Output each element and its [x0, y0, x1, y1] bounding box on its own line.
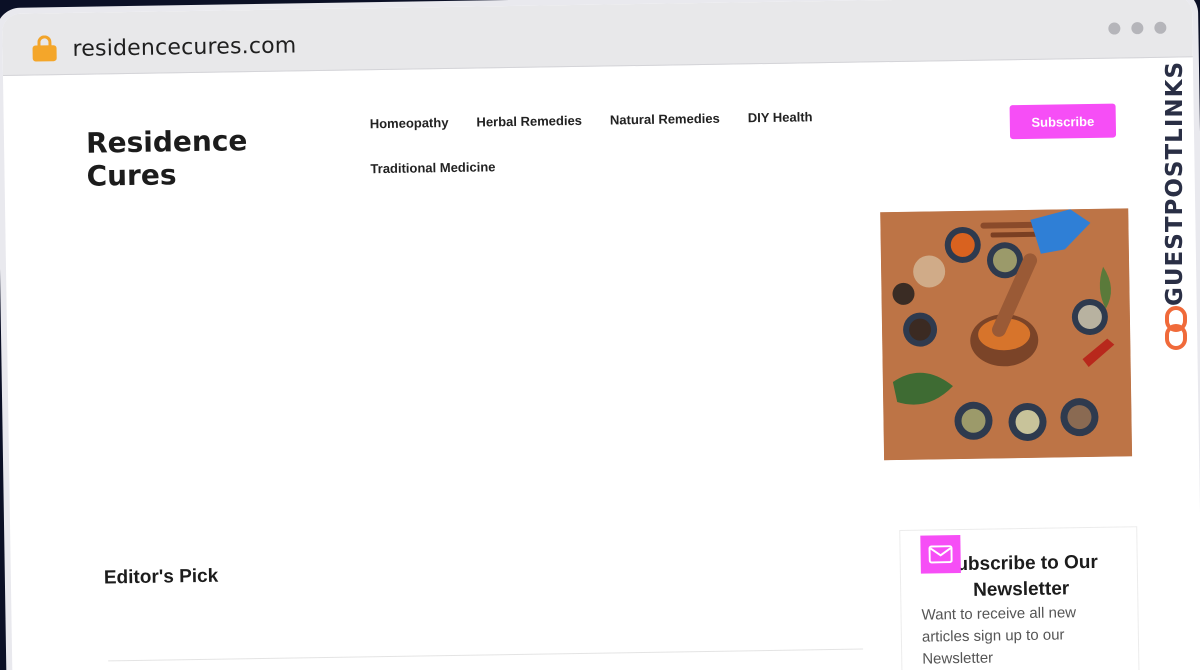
window-control-dot[interactable]	[1154, 21, 1167, 34]
newsletter-widget: Subscribe to Our Newsletter Want to rece…	[899, 526, 1140, 670]
browser-window: residencecures.com Residence Cures Homeo…	[2, 0, 1200, 670]
nav-item-traditional-medicine[interactable]: Traditional Medicine	[370, 159, 495, 176]
address-bar-url[interactable]: residencecures.com	[72, 33, 296, 62]
watermark-text: GUESTPOSTLINKS	[1162, 60, 1188, 306]
newsletter-description: Want to receive all new articles sign up…	[921, 604, 1077, 668]
web-page: Residence Cures Homeopathy Herbal Remedi…	[3, 57, 1200, 670]
nav-item-natural-remedies[interactable]: Natural Remedies	[610, 111, 720, 128]
subscribe-button[interactable]: Subscribe	[1009, 103, 1117, 140]
main-navigation: Homeopathy Herbal Remedies Natural Remed…	[370, 109, 841, 206]
lock-icon	[32, 35, 57, 62]
window-control-dot[interactable]	[1131, 22, 1144, 35]
editors-pick-heading: Editor's Pick	[103, 565, 219, 589]
section-divider	[108, 648, 864, 662]
link-icon	[1165, 306, 1187, 350]
site-logo[interactable]: Residence Cures	[86, 124, 287, 193]
nav-item-diy-health[interactable]: DIY Health	[748, 109, 813, 125]
nav-item-homeopathy[interactable]: Homeopathy	[370, 115, 449, 131]
mortar-and-spices-image[interactable]	[880, 208, 1133, 461]
window-controls	[1108, 21, 1167, 35]
mail-icon	[920, 535, 961, 574]
nav-item-herbal-remedies[interactable]: Herbal Remedies	[476, 113, 582, 130]
guestpostlinks-watermark: GUESTPOSTLINKS	[1158, 56, 1194, 356]
window-control-dot[interactable]	[1108, 22, 1121, 35]
hero-illustration	[880, 208, 1133, 461]
